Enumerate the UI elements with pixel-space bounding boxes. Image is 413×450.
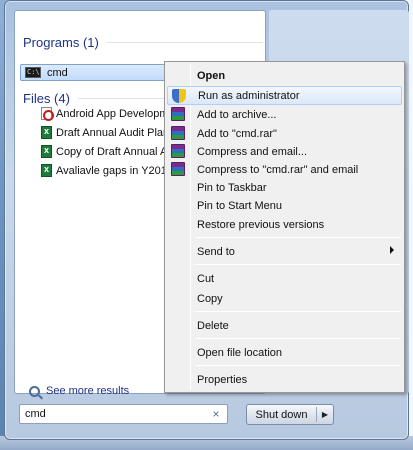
- section-divider: [106, 41, 263, 43]
- excel-file-icon: [41, 164, 52, 177]
- programs-header-label: Programs (1): [23, 34, 99, 50]
- winrar-icon: [171, 126, 185, 140]
- files-header-label: Files (4): [23, 90, 70, 106]
- menu-item-properties[interactable]: Properties: [167, 370, 402, 389]
- see-more-label: See more results: [46, 385, 130, 397]
- menu-item-open[interactable]: Open: [167, 66, 402, 85]
- menu-item-label: Compress and email...: [197, 145, 308, 158]
- menu-item-add-to-archive[interactable]: Add to archive...: [167, 105, 402, 124]
- menu-separator: [195, 237, 401, 238]
- menu-item-label: Open: [197, 69, 226, 82]
- menu-item-cut[interactable]: Cut: [167, 269, 402, 288]
- file-item-label: Android App Developme: [56, 107, 175, 120]
- menu-item-pin-to-taskbar[interactable]: Pin to Taskbar: [167, 178, 402, 197]
- command-prompt-icon: C:\: [25, 67, 41, 78]
- menu-item-label: Add to archive...: [197, 108, 277, 121]
- search-icon: [29, 385, 40, 397]
- menu-item-label: Properties: [197, 373, 248, 386]
- menu-separator: [195, 338, 401, 339]
- menu-item-copy[interactable]: Copy: [167, 289, 402, 308]
- program-item-label: cmd: [47, 66, 68, 79]
- menu-item-compress-and-email[interactable]: Compress and email...: [167, 142, 402, 161]
- shutdown-button[interactable]: Shut down ▶: [246, 404, 334, 425]
- see-more-results-link[interactable]: See more results: [29, 383, 129, 399]
- uac-shield-icon: [172, 89, 186, 103]
- menu-item-label: Restore previous versions: [197, 218, 325, 231]
- context-menu: Open Run as administrator Add to archive…: [164, 61, 405, 393]
- menu-item-label: Copy: [197, 292, 223, 305]
- file-item-label: Copy of Draft Annual Aud: [56, 145, 180, 158]
- menu-separator: [195, 264, 401, 265]
- programs-section-header: Programs (1): [23, 33, 263, 51]
- menu-item-add-to-cmd-rar[interactable]: Add to "cmd.rar": [167, 124, 402, 143]
- excel-file-icon: [41, 126, 52, 139]
- file-item-label: Draft Annual Audit Plan 2: [56, 126, 179, 139]
- menu-item-label: Compress to "cmd.rar" and email: [197, 163, 359, 176]
- menu-item-label: Cut: [197, 272, 215, 285]
- search-input-value: cmd: [25, 408, 46, 420]
- menu-item-label: Open file location: [197, 346, 282, 359]
- pdf-file-icon: [41, 107, 54, 121]
- menu-item-label: Pin to Taskbar: [197, 181, 267, 194]
- menu-item-label: Delete: [197, 319, 229, 332]
- menu-item-run-as-administrator[interactable]: Run as administrator: [167, 86, 402, 105]
- menu-item-send-to[interactable]: Send to: [167, 242, 402, 261]
- excel-file-icon: [41, 145, 52, 158]
- menu-item-label: Add to "cmd.rar": [197, 127, 277, 140]
- clear-search-icon[interactable]: ×: [209, 407, 223, 421]
- search-input[interactable]: cmd ×: [19, 404, 228, 424]
- menu-item-label: Run as administrator: [198, 89, 300, 102]
- shutdown-label: Shut down: [255, 408, 308, 421]
- submenu-arrow-icon: [390, 246, 394, 254]
- menu-separator: [195, 365, 401, 366]
- menu-item-pin-to-start-menu[interactable]: Pin to Start Menu: [167, 196, 402, 215]
- winrar-icon: [171, 162, 185, 176]
- shutdown-options-arrow-icon[interactable]: ▶: [317, 410, 333, 419]
- menu-item-compress-to-cmd-rar-and-email[interactable]: Compress to "cmd.rar" and email: [167, 160, 402, 179]
- winrar-icon: [171, 107, 185, 121]
- menu-item-label: Pin to Start Menu: [197, 199, 282, 212]
- file-item-label: Avaliavle gaps in Y2019: [56, 164, 174, 177]
- menu-separator: [195, 311, 401, 312]
- menu-item-open-file-location[interactable]: Open file location: [167, 343, 402, 362]
- menu-item-delete[interactable]: Delete: [167, 316, 402, 335]
- winrar-icon: [171, 144, 185, 158]
- menu-item-label: Send to: [197, 245, 235, 258]
- menu-item-restore-previous-versions[interactable]: Restore previous versions: [167, 215, 402, 234]
